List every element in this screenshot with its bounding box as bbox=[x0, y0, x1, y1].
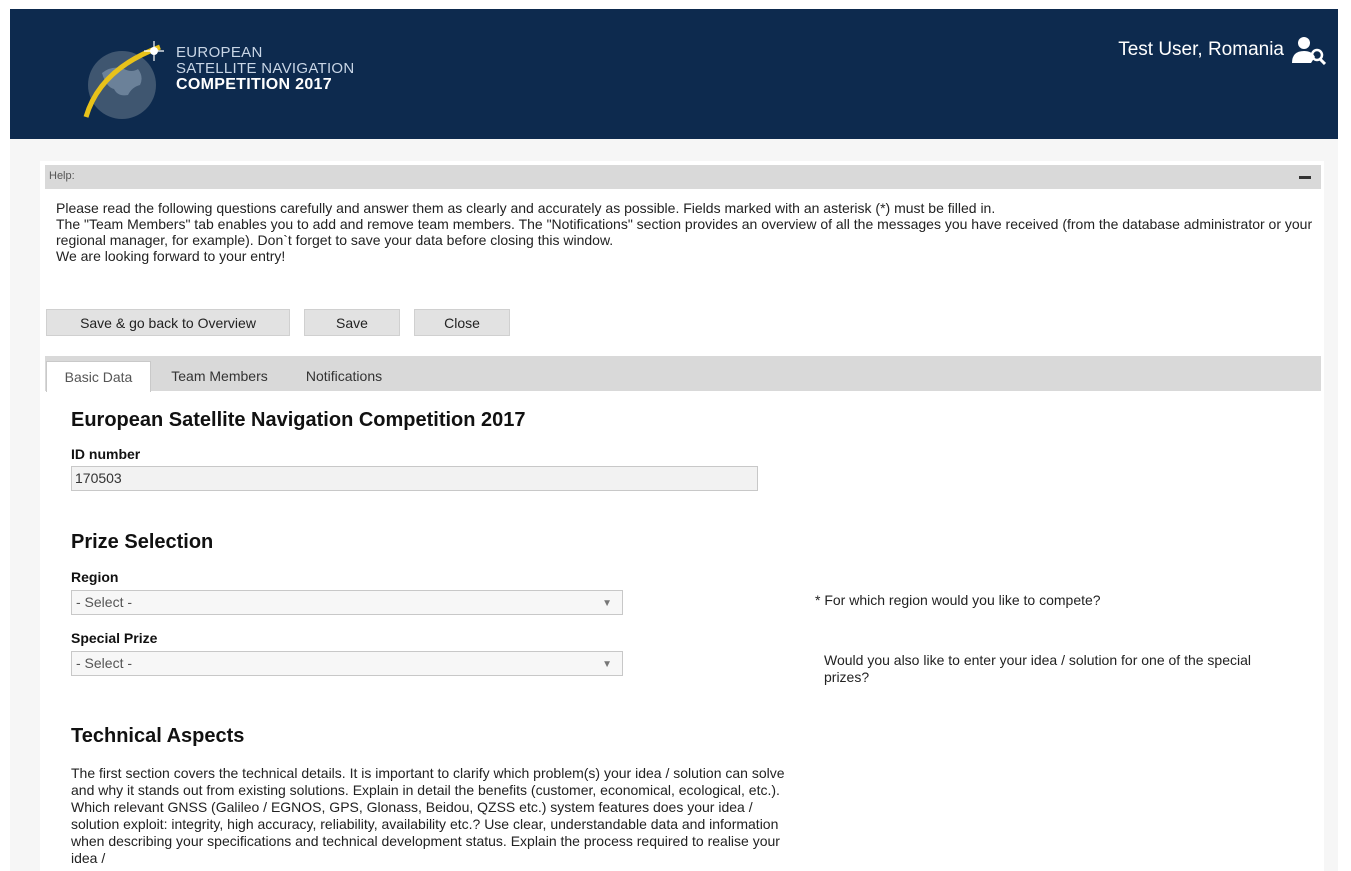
region-select-value: - Select - bbox=[76, 594, 133, 610]
special-prize-hint: Would you also like to enter your idea /… bbox=[824, 652, 1251, 685]
help-line-2: The "Team Members" tab enables you to ad… bbox=[56, 216, 1313, 248]
save-and-back-button[interactable]: Save & go back to Overview bbox=[46, 309, 290, 336]
tab-basic-data[interactable]: Basic Data bbox=[46, 361, 151, 392]
id-number-label: ID number bbox=[71, 446, 141, 462]
user-name: Test User, Romania bbox=[1118, 39, 1284, 60]
tab-notifications[interactable]: Notifications bbox=[291, 361, 397, 391]
region-label: Region bbox=[71, 569, 119, 585]
special-prize-select[interactable]: - Select - ▼ bbox=[71, 651, 623, 676]
user-menu[interactable]: Test User, Romania bbox=[1118, 35, 1326, 65]
site-header: EUROPEAN SATELLITE NAVIGATION COMPETITIO… bbox=[10, 9, 1338, 139]
competition-logo[interactable]: EUROPEAN SATELLITE NAVIGATION COMPETITIO… bbox=[80, 39, 380, 124]
special-prize-select-value: - Select - bbox=[76, 655, 133, 671]
main-content: Help: Please read the following question… bbox=[10, 139, 1338, 871]
form-container: Help: Please read the following question… bbox=[40, 161, 1324, 871]
close-button[interactable]: Close bbox=[414, 309, 510, 336]
chevron-down-icon: ▼ bbox=[602, 659, 612, 670]
right-margin bbox=[1338, 0, 1351, 871]
logo-line-2: SATELLITE NAVIGATION bbox=[176, 60, 355, 77]
help-text: Please read the following questions care… bbox=[56, 200, 1316, 264]
user-search-icon[interactable] bbox=[1290, 35, 1326, 65]
logo-line-1: EUROPEAN bbox=[176, 44, 263, 61]
collapse-icon[interactable] bbox=[1299, 176, 1311, 179]
globe-logo-icon bbox=[83, 41, 164, 119]
logo-line-3: COMPETITION 2017 bbox=[176, 76, 332, 93]
help-title: Help: bbox=[49, 170, 75, 182]
left-margin bbox=[0, 0, 10, 871]
chevron-down-icon: ▼ bbox=[602, 598, 612, 609]
id-number-field[interactable]: 170503 bbox=[71, 466, 758, 491]
technical-aspects-heading: Technical Aspects bbox=[71, 725, 245, 747]
help-line-3: We are looking forward to your entry! bbox=[56, 248, 286, 264]
tab-team-members[interactable]: Team Members bbox=[153, 361, 286, 391]
logo-text: EUROPEAN SATELLITE NAVIGATION COMPETITIO… bbox=[176, 45, 355, 93]
tab-bar: Basic Data Team Members Notifications bbox=[45, 356, 1321, 392]
form-title: European Satellite Navigation Competitio… bbox=[71, 409, 526, 431]
save-button[interactable]: Save bbox=[304, 309, 400, 336]
region-select[interactable]: - Select - ▼ bbox=[71, 590, 623, 615]
help-panel-header[interactable]: Help: bbox=[45, 165, 1321, 189]
technical-aspects-text: The first section covers the technical d… bbox=[71, 765, 785, 866]
region-hint: * For which region would you like to com… bbox=[815, 592, 1101, 608]
help-line-1: Please read the following questions care… bbox=[56, 200, 996, 216]
special-prize-label: Special Prize bbox=[71, 630, 158, 646]
prize-selection-heading: Prize Selection bbox=[71, 531, 214, 553]
